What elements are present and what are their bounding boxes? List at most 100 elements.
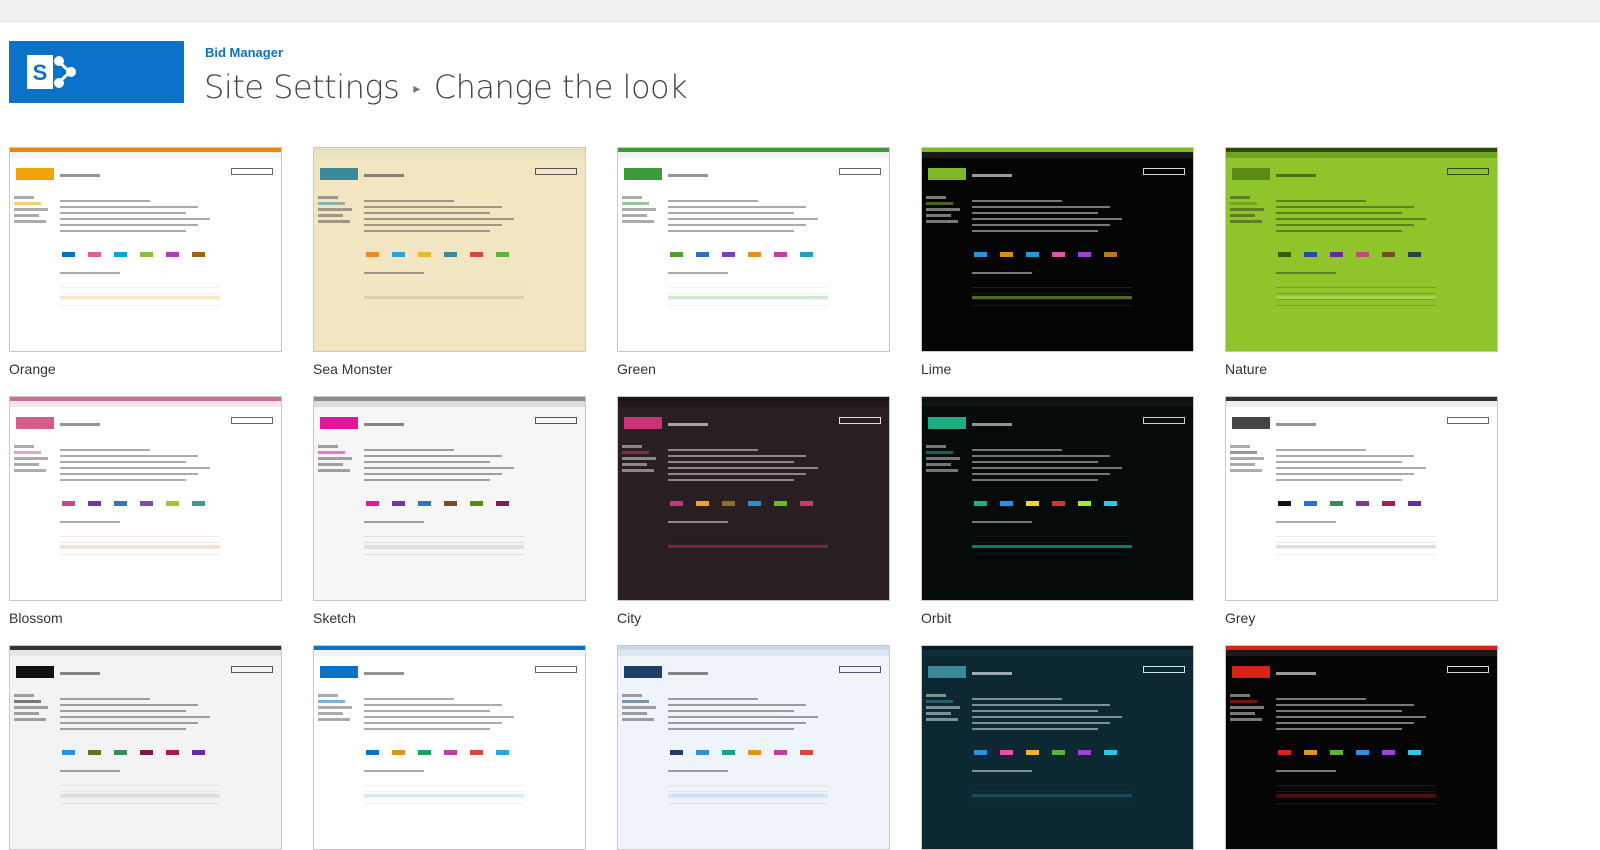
preview-color-swatch: [1382, 750, 1395, 755]
preview-logo-block: [928, 417, 966, 429]
preview-color-swatch: [444, 252, 457, 257]
theme-tile[interactable]: Sea Monster: [313, 147, 586, 377]
theme-tile[interactable]: Grey: [1225, 396, 1498, 626]
preview-text-line: [60, 473, 198, 475]
preview-list-header: [364, 272, 424, 274]
theme-tile[interactable]: Nature: [1225, 147, 1498, 377]
theme-thumbnail[interactable]: [617, 396, 890, 601]
preview-color-swatch: [1104, 501, 1117, 506]
theme-tile[interactable]: [313, 645, 586, 850]
theme-tile[interactable]: [1225, 645, 1498, 850]
preview-list-header: [972, 521, 1032, 523]
preview-color-swatch: [418, 750, 431, 755]
svg-text:S: S: [33, 60, 48, 85]
preview-side-nav: [14, 694, 54, 724]
theme-tile[interactable]: [921, 645, 1194, 850]
preview-text-line: [972, 467, 1122, 469]
preview-color-swatch: [1356, 252, 1369, 257]
preview-text-line: [972, 473, 1110, 475]
preview-text-line: [364, 449, 454, 451]
preview-text-line: [668, 698, 758, 700]
preview-list-row: [1276, 302, 1436, 306]
preview-side-nav: [622, 445, 662, 475]
theme-name[interactable]: City: [617, 610, 641, 626]
preview-nav-bar: [314, 401, 585, 407]
preview-list-header: [668, 770, 728, 772]
theme-thumbnail[interactable]: [921, 396, 1194, 601]
site-name-link[interactable]: Bid Manager: [205, 45, 283, 60]
theme-thumbnail[interactable]: [617, 147, 890, 352]
theme-thumbnail[interactable]: [9, 396, 282, 601]
theme-name[interactable]: Orbit: [921, 610, 951, 626]
preview-list-row: [668, 539, 828, 543]
breadcrumb-site-settings[interactable]: Site Settings: [204, 68, 400, 106]
theme-name[interactable]: Lime: [921, 361, 951, 377]
theme-thumbnail[interactable]: [921, 645, 1194, 850]
preview-logo-block: [320, 417, 358, 429]
preview-color-swatch: [114, 750, 127, 755]
theme-tile[interactable]: Blossom: [9, 396, 282, 626]
sharepoint-logo[interactable]: S: [9, 41, 184, 103]
preview-list-row: [364, 302, 524, 306]
preview-color-swatch: [366, 252, 379, 257]
preview-nav-bar: [1226, 650, 1497, 656]
theme-tile[interactable]: Orange: [9, 147, 282, 377]
preview-color-swatch: [88, 750, 101, 755]
preview-side-nav: [926, 196, 966, 226]
preview-text-line: [668, 704, 806, 706]
theme-thumbnail[interactable]: [1225, 396, 1498, 601]
preview-text-line: [364, 722, 502, 724]
theme-name[interactable]: Sketch: [313, 610, 356, 626]
preview-list-row: [972, 290, 1132, 294]
preview-list-row: [668, 302, 828, 306]
preview-title-bar: [668, 672, 708, 675]
top-suite-bar: [0, 0, 1600, 22]
theme-name[interactable]: Blossom: [9, 610, 63, 626]
theme-tile[interactable]: Lime: [921, 147, 1194, 377]
theme-thumbnail[interactable]: [1225, 147, 1498, 352]
theme-tile[interactable]: Orbit: [921, 396, 1194, 626]
theme-thumbnail[interactable]: [313, 645, 586, 850]
preview-text-line: [668, 473, 806, 475]
preview-color-swatch: [496, 252, 509, 257]
theme-tile[interactable]: [9, 645, 282, 850]
theme-thumbnail[interactable]: [9, 645, 282, 850]
theme-thumbnail[interactable]: [9, 147, 282, 352]
theme-thumbnail[interactable]: [617, 645, 890, 850]
theme-name[interactable]: Sea Monster: [313, 361, 392, 377]
theme-name[interactable]: Orange: [9, 361, 56, 377]
preview-side-nav: [1230, 445, 1270, 475]
preview-text-line: [972, 698, 1062, 700]
preview-side-nav: [318, 694, 358, 724]
preview-color-swatch: [1026, 252, 1039, 257]
preview-nav-bar: [922, 401, 1193, 407]
preview-nav-bar: [10, 401, 281, 407]
preview-list-row: [364, 539, 524, 543]
theme-name[interactable]: Nature: [1225, 361, 1267, 377]
preview-color-swatch: [748, 501, 761, 506]
preview-list-row: [668, 794, 828, 798]
theme-tile[interactable]: Green: [617, 147, 890, 377]
preview-list-row: [1276, 290, 1436, 294]
theme-thumbnail[interactable]: [313, 147, 586, 352]
preview-color-swatch: [1408, 750, 1421, 755]
preview-text-line: [364, 704, 502, 706]
preview-text-line: [1276, 212, 1402, 214]
preview-list-row: [972, 551, 1132, 555]
theme-thumbnail[interactable]: [313, 396, 586, 601]
theme-tile[interactable]: Sketch: [313, 396, 586, 626]
theme-thumbnail[interactable]: [921, 147, 1194, 352]
preview-color-swatch: [166, 750, 179, 755]
preview-color-swatch: [774, 750, 787, 755]
preview-list-header: [364, 521, 424, 523]
theme-name[interactable]: Grey: [1225, 610, 1255, 626]
theme-tile[interactable]: [617, 645, 890, 850]
preview-list-row: [364, 800, 524, 804]
theme-tile[interactable]: City: [617, 396, 890, 626]
theme-name[interactable]: Green: [617, 361, 656, 377]
preview-title-bar: [668, 174, 708, 177]
preview-list-row: [668, 284, 828, 288]
preview-text-line: [972, 200, 1062, 202]
theme-thumbnail[interactable]: [1225, 645, 1498, 850]
preview-text-line: [1276, 224, 1414, 226]
